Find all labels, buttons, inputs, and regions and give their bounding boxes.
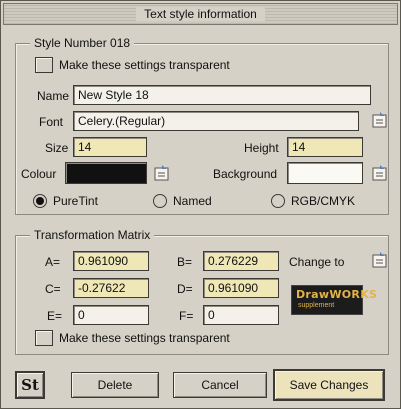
font-menu-icon[interactable] (371, 111, 389, 129)
c-label: C= (45, 282, 61, 296)
logo-line1: DrawWORKS (296, 288, 378, 301)
style-transparent-label: Make these settings transparent (59, 58, 230, 72)
colour-menu-icon[interactable] (153, 164, 171, 182)
delete-button[interactable]: Delete (71, 372, 159, 398)
cancel-button[interactable]: Cancel (173, 372, 267, 398)
radio-rgb-cmyk-label: RGB/CMYK (291, 194, 356, 208)
b-label: B= (177, 255, 193, 269)
size-field[interactable]: 14 (73, 137, 147, 157)
font-field[interactable]: Celery.(Regular) (73, 111, 359, 131)
b-field[interactable]: 0.276229 (203, 251, 279, 271)
e-label: E= (47, 309, 63, 323)
colour-swatch[interactable] (65, 162, 147, 184)
text-style-dialog: Text style information Style Number 018 … (0, 0, 401, 409)
radio-puretint[interactable] (33, 194, 47, 208)
style-icon-button[interactable]: St (15, 371, 45, 399)
d-field[interactable]: 0.961090 (203, 278, 279, 298)
a-label: A= (45, 255, 61, 269)
font-label: Font (39, 115, 64, 129)
logo-line2: supplement (298, 302, 335, 309)
matrix-group-legend: Transformation Matrix (30, 228, 155, 242)
radio-rgb-cmyk[interactable] (271, 194, 285, 208)
matrix-transparent-label: Make these settings transparent (59, 331, 230, 345)
window-title: Text style information (136, 7, 265, 21)
size-label: Size (45, 141, 69, 155)
d-label: D= (177, 282, 193, 296)
background-label: Background (213, 167, 278, 181)
save-changes-button[interactable]: Save Changes (273, 369, 385, 401)
background-menu-icon[interactable] (371, 164, 389, 182)
c-field[interactable]: -0.27622 (73, 278, 149, 298)
f-field[interactable]: 0 (203, 305, 279, 325)
matrix-transparent-checkbox[interactable] (35, 330, 53, 346)
change-to-label: Change to (289, 255, 345, 269)
e-field[interactable]: 0 (73, 305, 149, 325)
radio-puretint-label: PureTint (53, 194, 98, 208)
title-bar[interactable]: Text style information (3, 3, 398, 25)
style-icon-text: St (21, 376, 39, 394)
drawworks-logo: DrawWORKS supplement (291, 285, 377, 315)
a-field[interactable]: 0.961090 (73, 251, 149, 271)
style-transparent-checkbox[interactable] (35, 57, 53, 73)
name-field[interactable]: New Style 18 (73, 85, 371, 105)
height-label: Height (244, 141, 279, 155)
f-label: F= (179, 309, 194, 323)
colour-label: Colour (21, 167, 57, 181)
radio-named[interactable] (153, 194, 167, 208)
radio-named-label: Named (173, 194, 212, 208)
change-to-menu-icon[interactable] (371, 251, 389, 269)
background-swatch[interactable] (287, 162, 363, 184)
name-label: Name (37, 89, 70, 103)
height-field[interactable]: 14 (287, 137, 363, 157)
style-group-legend: Style Number 018 (30, 36, 135, 50)
